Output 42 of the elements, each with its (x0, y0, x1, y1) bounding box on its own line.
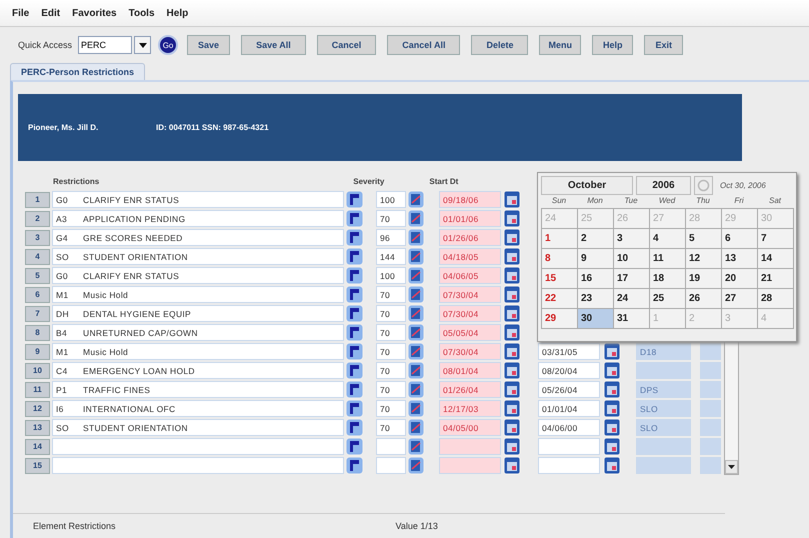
restriction-code: A3 (56, 214, 68, 224)
person-name: Pioneer, Ms. Jill D. (28, 123, 100, 132)
restriction-description: Music Hold (83, 290, 128, 300)
restriction-description: APPLICATION PENDING (83, 214, 186, 224)
restriction-code: C4 (56, 366, 68, 376)
restriction-description: CLARIFY ENR STATUS (83, 270, 180, 280)
weekday-label: Fri (733, 196, 745, 207)
weekday-label: Tue (623, 196, 639, 207)
restriction-code: SO (56, 252, 70, 262)
restriction-code: M1 (56, 346, 70, 356)
status-text: Value 1/13 (396, 521, 438, 531)
restriction-description: GRE SCORES NEEDED (83, 232, 183, 242)
restriction-description: CLARIFY ENR STATUS (83, 194, 180, 204)
restriction-code: I6 (56, 404, 65, 414)
restriction-description: STUDENT ORIENTATION (83, 252, 188, 262)
weekday-label: Wed (658, 196, 676, 207)
restriction-description: Music Hold (83, 346, 128, 356)
status-text: Element Restrictions (33, 521, 116, 531)
restriction-code: DH (56, 308, 70, 318)
restriction-description: STUDENT ORIENTATION (83, 422, 188, 432)
restriction-code: B4 (56, 328, 68, 338)
restriction-code: M1 (56, 290, 70, 300)
weekday-label: Thu (695, 196, 711, 207)
column-header: Restrictions (53, 176, 100, 186)
weekday-label: Mon (586, 196, 604, 207)
restriction-code: G0 (56, 270, 69, 280)
weekday-label: Sat (768, 196, 782, 207)
restriction-description: DENTAL HYGIENE EQUIP (83, 308, 192, 318)
column-header: Start Dt (429, 176, 458, 186)
restriction-description: UNRETURNED CAP/GOWN (83, 328, 198, 338)
person-ids: ID: 0047011 SSN: 987-65-4321 (156, 123, 269, 132)
quick-access-label: Quick Access (18, 40, 72, 50)
restriction-code: G0 (56, 194, 69, 204)
restriction-code: SO (56, 422, 70, 432)
column-header: Severity (353, 176, 384, 186)
restriction-code: G4 (56, 232, 69, 242)
today-label: Oct 30, 2006 (720, 181, 766, 190)
restriction-description: EMERGENCY LOAN HOLD (83, 366, 195, 376)
restriction-description: INTERNATIONAL OFC (83, 404, 176, 414)
restriction-code: P1 (56, 384, 68, 394)
weekday-label: Sun (550, 196, 568, 207)
restriction-description: TRAFFIC FINES (83, 384, 150, 394)
